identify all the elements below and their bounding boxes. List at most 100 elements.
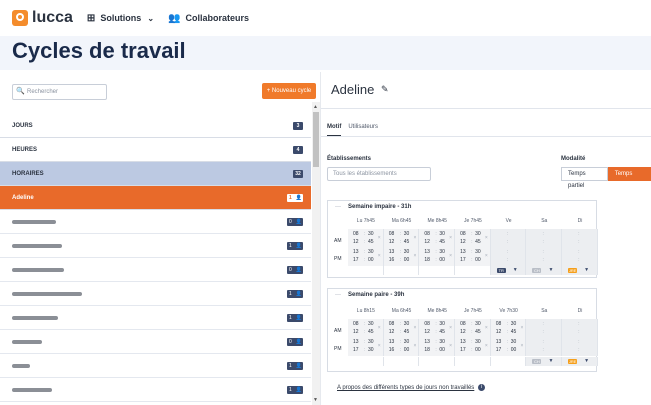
minute-input[interactable]: 30 [368,347,374,353]
hour-input[interactable]: 12 [496,329,502,335]
time-slot[interactable]: 08:30 12:45 13:30 16:00 × × [383,319,420,356]
hour-input[interactable]: 13 [389,339,395,345]
minute-input[interactable]: 45 [475,329,481,335]
hour-input[interactable]: 17 [496,347,502,353]
time-slot[interactable]: 08:30 12:45 13:30 17:00 × × [455,229,491,266]
lucca-logo[interactable]: lucca [12,9,73,27]
time-slot[interactable]: 08:30 12:45 13:30 17:30 × × [348,319,384,356]
clear-icon[interactable]: × [378,325,381,331]
hour-input[interactable]: 13 [496,339,502,345]
time-slot-empty[interactable]: :::: [562,319,598,356]
minute-input[interactable]: 30 [439,249,445,255]
day-type-select[interactable]: TR ▼ [490,266,527,275]
minute-input[interactable]: 00 [511,347,517,353]
hour-input[interactable]: 13 [424,339,430,345]
temps-partiel-button[interactable]: Temps partiel [561,167,608,189]
time-slot[interactable]: 08:30 12:45 13:30 16:00 × × [383,229,420,266]
temps-plein-button[interactable]: Temps plein [607,167,651,189]
minute-input[interactable]: 45 [475,239,481,245]
info-icon[interactable]: i [478,384,485,391]
time-slot-empty[interactable]: :::: [526,319,563,356]
clear-icon[interactable]: × [413,235,416,241]
clear-icon[interactable]: × [449,235,452,241]
list-item[interactable]: 1👤 [0,234,311,258]
minute-input[interactable]: 30 [511,339,517,345]
time-slot-empty[interactable]: :::: [490,229,527,266]
minute-input[interactable]: 00 [439,257,445,263]
minute-input[interactable]: 30 [439,321,445,327]
clear-icon[interactable]: × [521,325,524,331]
minute-input[interactable]: 30 [475,249,481,255]
clear-icon[interactable]: × [485,343,488,349]
group-horaires[interactable]: HORAIRES 32 [0,162,311,186]
minute-input[interactable]: 30 [511,321,517,327]
clear-icon[interactable]: × [413,343,416,349]
clear-icon[interactable]: × [449,343,452,349]
minute-input[interactable]: 30 [439,231,445,237]
hour-input[interactable]: 13 [424,249,430,255]
minute-input[interactable]: 30 [404,231,410,237]
hour-input[interactable]: 18 [424,347,430,353]
minute-input[interactable]: 45 [439,329,445,335]
hour-input[interactable]: 08 [460,321,466,327]
time-slot-empty[interactable]: :::: [526,229,563,266]
minute-input[interactable]: 30 [368,321,374,327]
hour-input[interactable]: 17 [460,347,466,353]
nav-solutions[interactable]: ⊞ Solutions ⌄ [87,13,154,24]
hour-input[interactable]: 12 [389,239,395,245]
clear-icon[interactable]: × [413,325,416,331]
hour-input[interactable]: 12 [424,239,430,245]
hour-input[interactable]: 08 [424,231,430,237]
time-slot-empty[interactable]: :::: [562,229,598,266]
minute-input[interactable]: 45 [511,329,517,335]
hour-input[interactable]: 13 [389,249,395,255]
clear-icon[interactable]: × [449,325,452,331]
list-item[interactable]: 0 👤 [0,210,311,234]
scroll-up-arrow-icon[interactable]: ▲ [313,104,318,110]
group-heures[interactable]: HEURES 4 [0,138,311,162]
time-slot[interactable]: 08:30 12:45 13:30 18:00 × × [419,319,456,356]
hour-input[interactable]: 08 [496,321,502,327]
clear-icon[interactable]: × [485,325,488,331]
clear-icon[interactable]: × [485,253,488,259]
hour-input[interactable]: 16 [389,257,395,263]
minute-input[interactable]: 00 [404,347,410,353]
hour-input[interactable]: 08 [353,231,359,237]
hour-input[interactable]: 13 [353,249,359,255]
hour-input[interactable]: 13 [460,339,466,345]
pencil-icon[interactable]: ✎ [381,84,389,95]
list-item[interactable]: 1👤 [0,354,311,378]
scrollbar-thumb[interactable] [313,112,319,167]
hour-input[interactable]: 16 [389,347,395,353]
hour-input[interactable]: 13 [353,339,359,345]
day-type-select[interactable]: JRE ▼ [562,266,598,275]
minute-input[interactable]: 00 [475,347,481,353]
minute-input[interactable]: 45 [368,239,374,245]
minute-input[interactable]: 00 [368,257,374,263]
collapse-icon[interactable]: — [335,289,341,302]
hour-input[interactable]: 08 [460,231,466,237]
hour-input[interactable]: 17 [353,257,359,263]
collapse-icon[interactable]: — [335,201,341,214]
week-paire-header[interactable]: — Semaine paire - 39h [328,289,596,302]
minute-input[interactable]: 00 [475,257,481,263]
clear-icon[interactable]: × [378,235,381,241]
day-type-select[interactable]: CH ▼ [526,357,563,366]
minute-input[interactable]: 45 [439,239,445,245]
day-type-select[interactable]: JRE ▼ [562,357,598,366]
group-jours[interactable]: JOURS 3 [0,114,311,138]
hour-input[interactable]: 12 [424,329,430,335]
minute-input[interactable]: 30 [368,339,374,345]
search-input[interactable]: Rechercher [12,84,107,100]
hour-input[interactable]: 17 [353,347,359,353]
hour-input[interactable]: 13 [460,249,466,255]
clear-icon[interactable]: × [378,253,381,259]
clear-icon[interactable]: × [521,343,524,349]
list-item[interactable]: 0 👤 [0,258,311,282]
clear-icon[interactable]: × [413,253,416,259]
minute-input[interactable]: 30 [475,339,481,345]
list-item[interactable]: 0 👤 [0,330,311,354]
non-worked-days-info-link[interactable]: A propos des différents types de jours n… [337,385,474,391]
list-item-selected[interactable]: Adeline 1 👤 [0,186,311,210]
hour-input[interactable]: 12 [460,239,466,245]
